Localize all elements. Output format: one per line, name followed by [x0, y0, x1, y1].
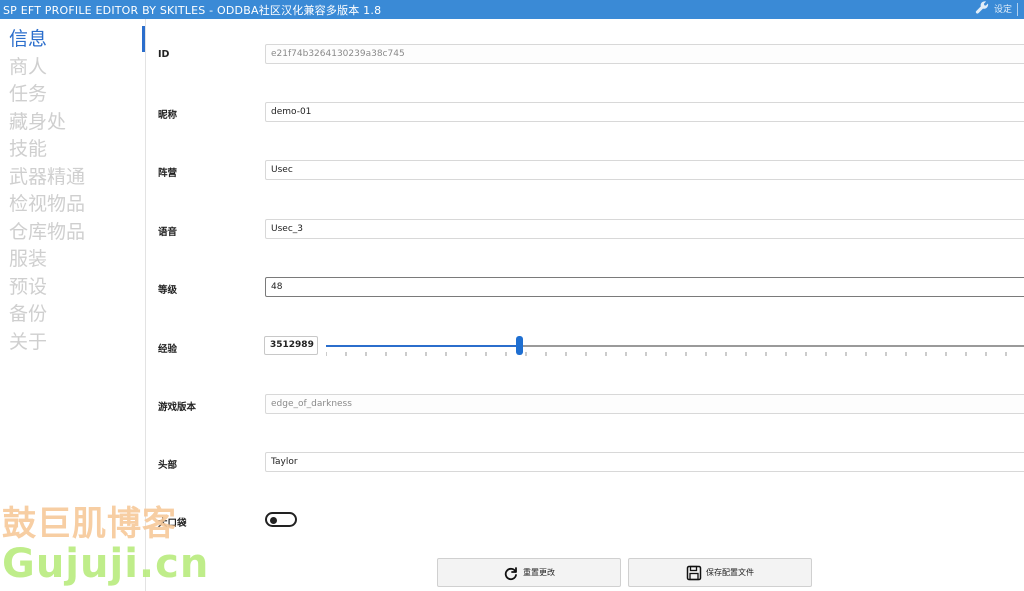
settings-label: 设定 [993, 5, 1012, 15]
save-profile-button[interactable]: 保存配置文件 [628, 558, 812, 587]
big-pockets-label: 大口袋 [158, 518, 187, 529]
game-version-label: 游戏版本 [158, 402, 197, 413]
floppy-disk-icon [686, 565, 702, 580]
window-title: SP EFT PROFILE EDITOR BY SKITLES - ODDBA… [3, 4, 382, 17]
voice-label: 语音 [158, 227, 178, 238]
head-select[interactable]: Taylor [265, 452, 1024, 472]
sidebar-item-clothing[interactable]: 服装 [9, 246, 85, 274]
sidebar-item-hideout[interactable]: 藏身处 [9, 109, 85, 137]
big-pockets-toggle[interactable] [265, 512, 297, 527]
slider-ticks [326, 352, 1007, 356]
redo-icon [504, 566, 517, 580]
sidebar-item-examined-items[interactable]: 检视物品 [9, 191, 85, 219]
slider-thumb[interactable] [516, 336, 523, 355]
experience-label: 经验 [158, 344, 178, 355]
experience-slider[interactable] [326, 336, 1024, 358]
sidebar: 信息 商人 任务 藏身处 技能 武器精通 检视物品 仓库物品 服装 预设 备份 … [0, 19, 146, 591]
faction-select[interactable]: Usec [265, 160, 1024, 180]
sidebar-active-indicator [142, 26, 145, 52]
voice-select[interactable]: Usec_3 [265, 219, 1024, 239]
head-label: 头部 [158, 460, 178, 471]
sidebar-item-info[interactable]: 信息 [9, 26, 85, 54]
nickname-field[interactable]: demo-01 [265, 102, 1024, 122]
faction-label: 阵营 [158, 168, 178, 179]
settings-button[interactable]: 设定 [975, 1, 1012, 16]
level-field[interactable]: 48 [265, 277, 1024, 297]
sidebar-item-backups[interactable]: 备份 [9, 301, 85, 329]
sidebar-item-traders[interactable]: 商人 [9, 54, 85, 82]
sidebar-item-quests[interactable]: 任务 [9, 81, 85, 109]
experience-value[interactable]: 3512989 [264, 336, 318, 355]
sidebar-nav: 信息 商人 任务 藏身处 技能 武器精通 检视物品 仓库物品 服装 预设 备份 … [9, 26, 85, 356]
reset-changes-label: 重置更改 [523, 568, 555, 577]
title-bar: SP EFT PROFILE EDITOR BY SKITLES - ODDBA… [0, 0, 1024, 19]
level-label: 等级 [158, 285, 178, 296]
sidebar-item-presets[interactable]: 预设 [9, 274, 85, 302]
slider-fill [326, 345, 519, 347]
wrench-icon [975, 1, 989, 14]
game-version-field: edge_of_darkness [265, 394, 1024, 414]
nickname-label: 昵称 [158, 110, 178, 121]
sidebar-item-skills[interactable]: 技能 [9, 136, 85, 164]
sidebar-item-about[interactable]: 关于 [9, 329, 85, 357]
toggle-knob [270, 516, 277, 524]
reset-changes-button[interactable]: 重置更改 [437, 558, 621, 587]
titlebar-divider [1017, 3, 1018, 16]
sidebar-item-stash-items[interactable]: 仓库物品 [9, 219, 85, 247]
sidebar-item-weapon-mastery[interactable]: 武器精通 [9, 164, 85, 192]
id-label: ID [158, 49, 170, 60]
id-field[interactable]: e21f74b3264130239a38c745 [265, 44, 1024, 64]
save-profile-label: 保存配置文件 [706, 568, 754, 577]
